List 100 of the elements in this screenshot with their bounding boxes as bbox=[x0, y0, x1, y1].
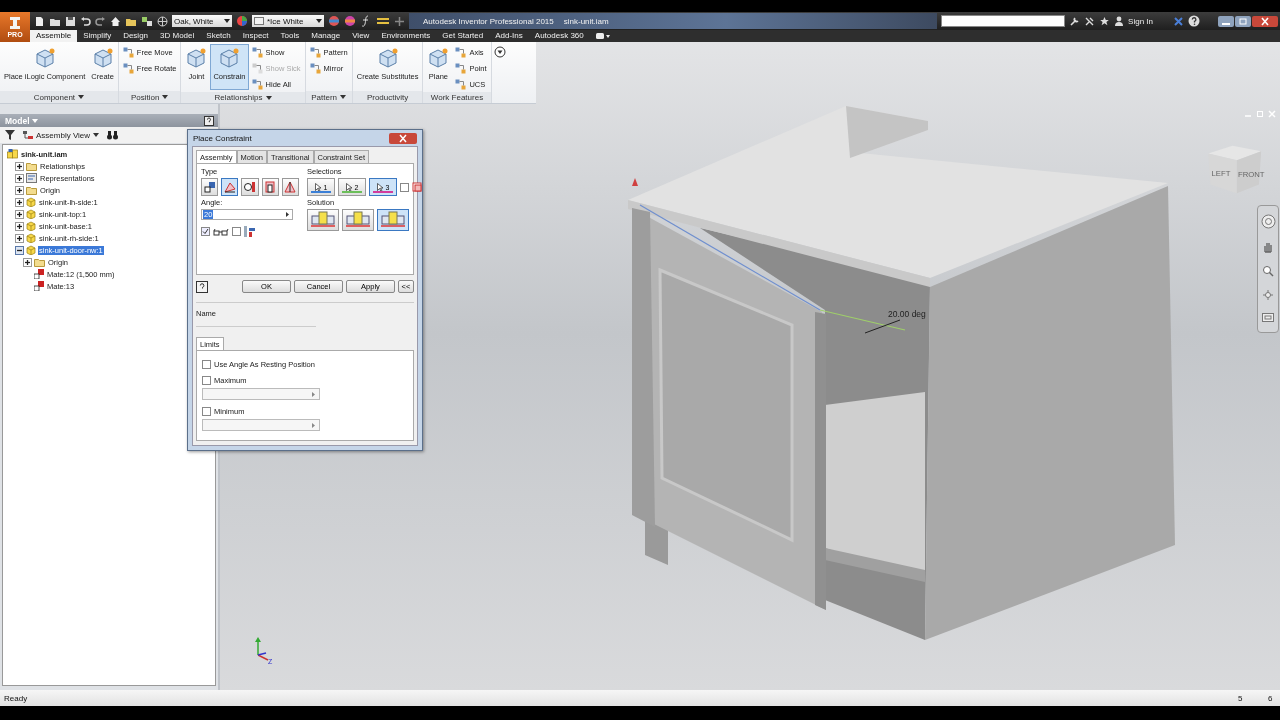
panel-title[interactable]: Component bbox=[0, 91, 118, 103]
solution-button[interactable] bbox=[307, 209, 339, 231]
expander-icon[interactable] bbox=[15, 161, 24, 171]
color-sphere-icon[interactable] bbox=[328, 15, 340, 27]
restore-icon[interactable] bbox=[1235, 15, 1251, 27]
search-field[interactable] bbox=[941, 15, 1066, 27]
ribbon-tab[interactable]: Tools bbox=[274, 30, 306, 42]
blocks-icon bbox=[308, 211, 338, 229]
preview-checkbox[interactable] bbox=[201, 227, 210, 236]
exchange-icon[interactable] bbox=[1173, 15, 1184, 27]
ribbon-tab[interactable]: Simplify bbox=[77, 30, 118, 42]
ribbon-tab[interactable]: Manage bbox=[305, 30, 347, 42]
sign-in-link[interactable]: Sign In bbox=[1128, 16, 1153, 26]
ribbon-tab[interactable]: Assemble bbox=[30, 30, 78, 42]
caret-icon bbox=[286, 212, 289, 217]
close-icon[interactable] bbox=[1252, 15, 1278, 27]
solution-button[interactable] bbox=[377, 209, 409, 231]
new-file-icon[interactable] bbox=[34, 15, 45, 27]
ribbon-tab[interactable]: Inspect bbox=[236, 30, 275, 42]
person-icon[interactable] bbox=[1114, 15, 1125, 27]
constraint-type-button[interactable] bbox=[281, 178, 299, 196]
star-icon[interactable] bbox=[1099, 15, 1111, 27]
status-message: Ready bbox=[4, 693, 28, 703]
view-dropdown[interactable]: Assembly View bbox=[23, 130, 100, 140]
limit-checkbox[interactable] bbox=[202, 407, 211, 416]
ribbon-tab[interactable]: Add-Ins bbox=[489, 30, 529, 42]
constraint-type-button[interactable] bbox=[201, 178, 219, 196]
tree-icon bbox=[23, 130, 33, 140]
expander-icon[interactable] bbox=[15, 173, 24, 183]
parts-icon[interactable] bbox=[141, 15, 153, 27]
ribbon-tab[interactable]: Get Started bbox=[436, 30, 490, 42]
zoom-icon[interactable] bbox=[1262, 265, 1274, 277]
plus-icon[interactable] bbox=[394, 15, 405, 27]
panel-title[interactable]: Work Features bbox=[423, 92, 491, 103]
help-icon[interactable] bbox=[1188, 15, 1200, 27]
panel-title[interactable]: Position bbox=[118, 91, 181, 103]
ribbon-tab[interactable]: 3D Model bbox=[154, 30, 201, 42]
expander-icon[interactable] bbox=[15, 233, 24, 243]
look-at-icon[interactable] bbox=[1262, 313, 1274, 322]
constraint-type-button[interactable] bbox=[221, 178, 239, 196]
help-icon[interactable] bbox=[204, 115, 214, 126]
predict-offset-checkbox[interactable] bbox=[232, 227, 241, 236]
cube-face-label[interactable]: LEFT bbox=[1211, 168, 1231, 178]
caret-icon bbox=[316, 19, 322, 23]
representations-icon bbox=[26, 173, 37, 183]
expander-icon[interactable] bbox=[15, 209, 24, 219]
cursor-arrow-icon bbox=[376, 182, 384, 192]
assembly-icon bbox=[7, 149, 18, 159]
dropdown-circle-icon[interactable] bbox=[493, 46, 508, 58]
material-dropdown[interactable]: Oak, White bbox=[172, 15, 232, 27]
home-icon[interactable] bbox=[110, 15, 121, 27]
wrench-icon[interactable] bbox=[1069, 15, 1081, 27]
help-icon[interactable] bbox=[196, 280, 208, 293]
ribbon-tab[interactable]: View bbox=[346, 30, 376, 42]
save-icon[interactable] bbox=[65, 15, 76, 27]
constraint-type-button[interactable] bbox=[261, 178, 279, 196]
dimension-label: 20.00 deg bbox=[888, 309, 926, 319]
glasses-icon bbox=[213, 227, 229, 236]
solution-button[interactable] bbox=[342, 209, 374, 231]
limit-checkbox[interactable] bbox=[202, 376, 211, 385]
color-sphere-icon[interactable] bbox=[344, 15, 356, 27]
limit-field[interactable] bbox=[202, 388, 320, 400]
ribbon-tab[interactable]: Environments bbox=[375, 30, 437, 42]
ribbon-tab[interactable]: Autodesk 360 bbox=[528, 30, 590, 42]
binoculars-icon[interactable] bbox=[107, 130, 119, 140]
expander-icon[interactable] bbox=[15, 185, 24, 195]
expander-icon[interactable] bbox=[15, 245, 24, 255]
color-wheel-icon[interactable] bbox=[236, 15, 248, 27]
folder-icon bbox=[34, 257, 45, 267]
expander-icon[interactable] bbox=[15, 221, 24, 231]
filter-icon[interactable] bbox=[5, 130, 15, 140]
globe-icon[interactable] bbox=[157, 15, 168, 27]
triangle-icon bbox=[284, 181, 297, 193]
cursor-arrow-icon bbox=[314, 182, 322, 192]
view-cube[interactable]: LEFT FRONT bbox=[1206, 142, 1270, 196]
ribbon-tab[interactable]: Design bbox=[117, 30, 155, 42]
part-cube-icon bbox=[26, 233, 36, 243]
appearance-dropdown[interactable]: *Ice White bbox=[252, 15, 324, 27]
orbit-icon[interactable] bbox=[1262, 289, 1274, 301]
expander-icon[interactable] bbox=[15, 197, 24, 207]
caret-icon bbox=[93, 133, 100, 137]
hand-icon[interactable] bbox=[1262, 241, 1274, 253]
cube-face-label[interactable]: FRONT bbox=[1238, 169, 1265, 179]
steering-wheel-icon[interactable] bbox=[1260, 214, 1276, 229]
limit-field[interactable] bbox=[202, 419, 320, 431]
redo-icon[interactable] bbox=[95, 15, 106, 27]
panel-title[interactable]: Productivity bbox=[352, 91, 423, 103]
expander-icon[interactable] bbox=[23, 257, 32, 267]
undo-icon[interactable] bbox=[80, 15, 91, 27]
resting-position-checkbox[interactable] bbox=[202, 360, 211, 369]
pick-part-first-checkbox[interactable] bbox=[400, 182, 409, 192]
panel-title[interactable]: Relationships bbox=[181, 92, 305, 103]
ribbon-tab[interactable]: Sketch bbox=[200, 30, 237, 42]
line-weight-icon[interactable] bbox=[376, 15, 390, 27]
minimize-icon[interactable] bbox=[1218, 15, 1234, 27]
cube-icon bbox=[376, 47, 399, 69]
video-icon[interactable] bbox=[595, 32, 610, 40]
satellite-icon[interactable] bbox=[1084, 15, 1096, 27]
panel-title[interactable]: Pattern bbox=[305, 91, 352, 103]
constraint-type-button[interactable] bbox=[241, 178, 259, 196]
